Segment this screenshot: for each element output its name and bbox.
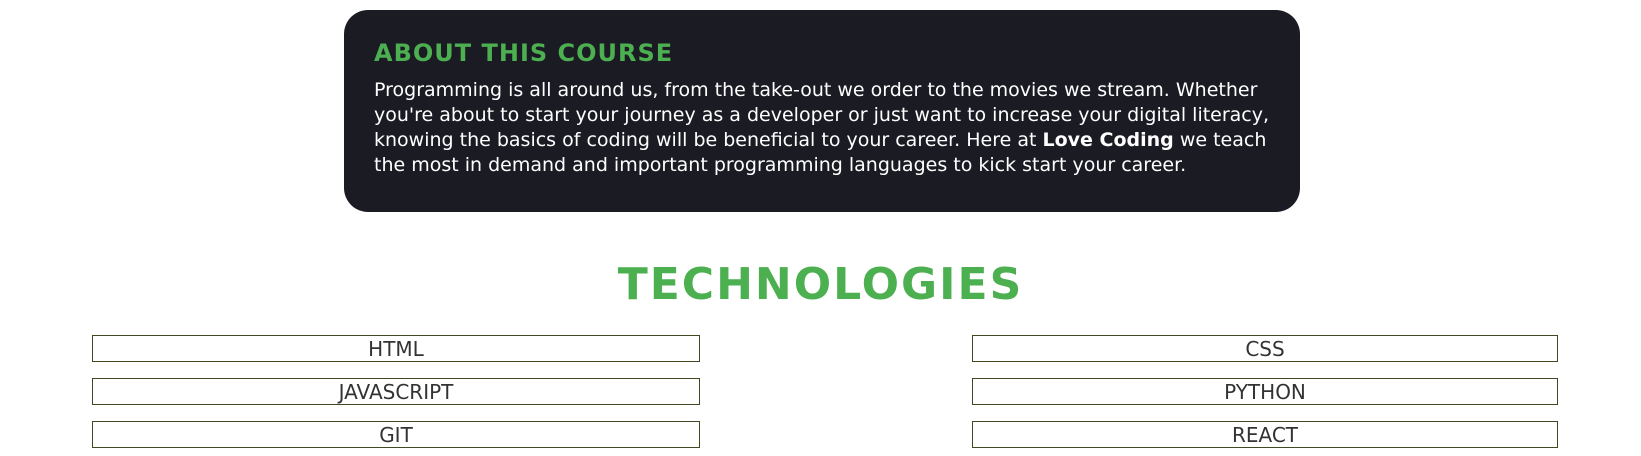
technology-item-html: HTML [92,335,700,362]
technologies-list: HTML CSS JAVASCRIPT PYTHON GIT REACT [92,335,1558,448]
technology-item-css: CSS [972,335,1558,362]
technology-item-react: REACT [972,421,1558,448]
technologies-heading: TECHNOLOGIES [617,259,1024,310]
about-course-title: ABOUT THIS COURSE [374,39,674,67]
technology-item-python: PYTHON [972,378,1558,405]
technology-item-git: GIT [92,421,700,448]
about-course-card: ABOUT THIS COURSE Programming is all aro… [344,10,1300,212]
technology-item-javascript: JAVASCRIPT [92,378,700,405]
brand-name: Love Coding [1042,129,1174,151]
about-course-description: Programming is all around us, from the t… [374,78,1274,178]
